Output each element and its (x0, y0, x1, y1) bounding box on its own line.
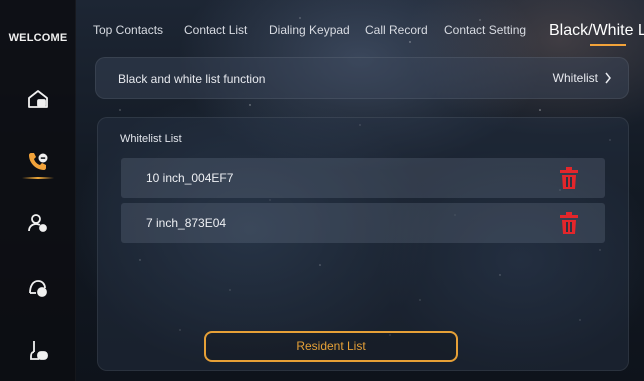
list-function-selector[interactable]: Whitelist (553, 71, 612, 85)
tab-bar: Top Contacts Contact List Dialing Keypad… (92, 0, 644, 50)
sidebar-active-indicator (22, 177, 54, 179)
person-info-icon (29, 280, 47, 297)
list-function-label: Black and white list function (118, 72, 266, 86)
sidebar-item-info[interactable] (23, 272, 53, 302)
sidebar-item-settings[interactable] (23, 208, 53, 238)
sidebar-item-home[interactable] (23, 84, 53, 114)
trash-icon[interactable] (559, 211, 579, 235)
home-lock-icon (28, 90, 48, 108)
tab-black-white-list[interactable]: Black/White L (549, 22, 644, 40)
sidebar-item-call[interactable] (23, 146, 53, 176)
person-settings-icon (28, 214, 47, 232)
list-item-name: 7 inch_873E04 (146, 216, 227, 230)
tab-call-record[interactable]: Call Record (365, 23, 428, 37)
trash-icon[interactable] (559, 166, 579, 190)
list-function-row[interactable]: Black and white list function Whitelist (95, 57, 629, 99)
tab-contact-list[interactable]: Contact List (184, 23, 247, 37)
list-item: 10 inch_004EF7 (121, 158, 605, 198)
list-item-name: 10 inch_004EF7 (146, 171, 234, 185)
phone-call-icon (29, 153, 48, 170)
chevron-right-icon (605, 72, 611, 84)
whitelist-title: Whitelist List (120, 133, 182, 145)
sidebar: WELCOME (0, 0, 76, 381)
tab-top-contacts[interactable]: Top Contacts (93, 23, 163, 37)
tab-contact-setting[interactable]: Contact Setting (444, 23, 526, 37)
hand-button-icon (30, 341, 48, 360)
list-item: 7 inch_873E04 (121, 203, 605, 243)
tab-dialing-keypad[interactable]: Dialing Keypad (269, 23, 350, 37)
resident-list-button[interactable]: Resident List (204, 331, 458, 362)
sidebar-title: WELCOME (8, 32, 68, 44)
active-tab-underline (590, 44, 626, 46)
whitelist-panel: Whitelist List 10 inch_004EF7 7 inch_873… (97, 117, 629, 371)
sidebar-item-unlock[interactable] (23, 335, 53, 365)
list-function-value: Whitelist (552, 71, 598, 85)
